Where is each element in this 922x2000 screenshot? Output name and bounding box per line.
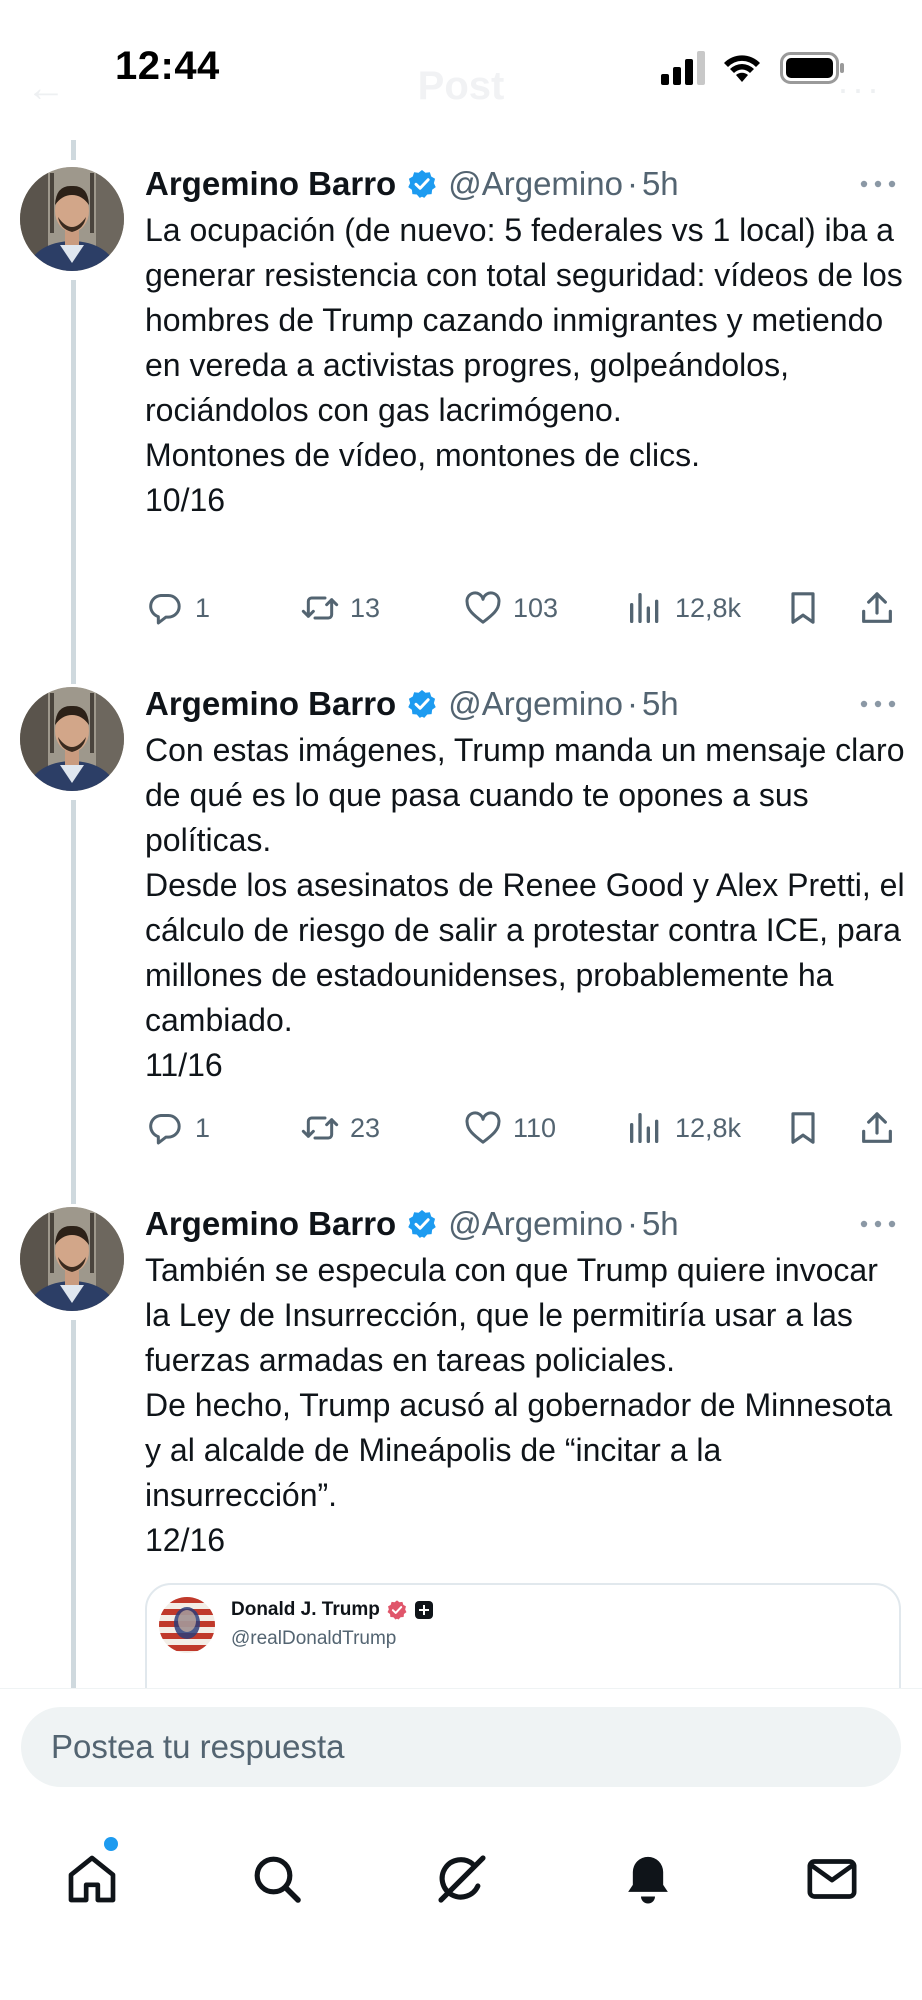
messages-envelope-icon: [807, 1859, 857, 1899]
retweet-icon: [301, 596, 339, 620]
heart-icon: [465, 591, 501, 624]
avatar[interactable]: [20, 167, 124, 271]
author-handle[interactable]: @Argemino: [448, 165, 623, 203]
author-handle[interactable]: @Argemino: [448, 1205, 623, 1243]
tweet[interactable]: Argemino Barro @Argemino · 5h También se…: [0, 1180, 922, 1688]
status-bar: ← Post ··· 12:44: [0, 0, 922, 120]
avatar-photo: [20, 687, 124, 791]
verified-badge-icon: [387, 1600, 407, 1620]
views-button[interactable]: 12,8k: [625, 584, 741, 632]
tweet-text: También se especula con que Trump quiere…: [145, 1252, 893, 1558]
views-button[interactable]: 12,8k: [625, 1104, 741, 1152]
nav-notifications[interactable]: [618, 1849, 678, 1909]
notification-dot: [104, 1837, 118, 1851]
reply-icon: [149, 594, 181, 625]
author-name[interactable]: Argemino Barro: [145, 165, 396, 203]
author-name[interactable]: Argemino Barro: [145, 685, 396, 723]
nav-search[interactable]: [247, 1849, 307, 1909]
notifications-bell-icon: [628, 1856, 668, 1904]
retweet-button[interactable]: 13: [300, 584, 380, 632]
battery-icon: [780, 52, 844, 84]
quoted-author: Donald J. Trump: [231, 1599, 434, 1621]
status-time: 12:44: [115, 44, 220, 88]
retweet-icon: [301, 1116, 339, 1140]
reply-button[interactable]: 1: [145, 1104, 210, 1152]
retweet-count: 13: [350, 592, 381, 623]
author-name[interactable]: Argemino Barro: [145, 1205, 396, 1243]
search-icon: [254, 1856, 301, 1903]
like-button[interactable]: 110: [463, 1104, 556, 1152]
reply-input[interactable]: [21, 1707, 901, 1787]
tweet-actions: 1 13 103 12,8k: [145, 584, 905, 632]
view-count: 12,8k: [675, 1112, 742, 1143]
quoted-avatar[interactable]: [159, 1597, 215, 1653]
tweet-text: Con estas imágenes, Trump manda un mensa…: [145, 732, 905, 1083]
tweet-header: Argemino Barro @Argemino · 5h: [145, 162, 922, 206]
more-options-icon[interactable]: [858, 1212, 898, 1236]
like-count: 110: [513, 1112, 557, 1143]
quoted-tweet[interactable]: Donald J. Trump @realDonaldTrump: [145, 1583, 901, 1688]
tweet-header: Argemino Barro @Argemino · 5h: [145, 1202, 922, 1246]
separator-dot: ·: [626, 1205, 638, 1242]
tweet[interactable]: Argemino Barro @Argemino · 5h La ocupaci…: [0, 140, 922, 660]
like-button[interactable]: 103: [463, 584, 558, 632]
tweet-header: Argemino Barro @Argemino · 5h: [145, 682, 922, 726]
nav-messages[interactable]: [802, 1849, 862, 1909]
reply-count: 1: [195, 592, 211, 623]
affiliate-badge-icon: [414, 1601, 433, 1619]
quoted-author-name[interactable]: Donald J. Trump: [231, 1599, 380, 1621]
tweet[interactable]: Argemino Barro @Argemino · 5h Con estas …: [0, 660, 922, 1180]
separator-dot: ·: [626, 165, 638, 202]
separator-dot: ·: [626, 685, 638, 722]
tweet-timestamp[interactable]: 5h: [642, 165, 679, 203]
bookmark-button[interactable]: [783, 584, 823, 632]
avatar-photo: [20, 167, 124, 271]
bookmark-button[interactable]: [783, 1104, 823, 1152]
verified-badge-icon[interactable]: [406, 1208, 438, 1240]
views-chart-icon: [630, 593, 659, 623]
reply-count: 1: [195, 1112, 211, 1143]
tweet-timestamp[interactable]: 5h: [642, 685, 679, 723]
heart-icon: [465, 1111, 501, 1144]
more-options-icon[interactable]: [858, 172, 898, 196]
grok-icon: [438, 1855, 486, 1903]
bookmark-icon: [791, 592, 815, 624]
retweet-count: 23: [350, 1112, 381, 1143]
thread-feed[interactable]: Argemino Barro @Argemino · 5h La ocupaci…: [0, 140, 922, 1688]
cellular-signal-icon: [661, 51, 705, 85]
share-button[interactable]: [857, 584, 897, 632]
tweet-timestamp[interactable]: 5h: [642, 1205, 679, 1243]
quoted-handle: @realDonaldTrump: [231, 1628, 397, 1649]
reply-icon: [149, 1114, 181, 1145]
share-icon: [862, 592, 892, 623]
author-handle[interactable]: @Argemino: [448, 685, 623, 723]
share-button[interactable]: [857, 1104, 897, 1152]
view-count: 12,8k: [675, 592, 742, 623]
avatar[interactable]: [20, 687, 124, 791]
nav-home[interactable]: [62, 1849, 122, 1909]
share-icon: [862, 1112, 892, 1143]
home-icon: [68, 1855, 116, 1903]
tweet-actions: 1 23 110 12,8k: [145, 1104, 905, 1152]
reply-composer: [0, 1688, 922, 2000]
verified-badge-icon[interactable]: [406, 688, 438, 720]
reply-button[interactable]: 1: [145, 584, 210, 632]
retweet-button[interactable]: 23: [300, 1104, 380, 1152]
bookmark-icon: [791, 1112, 815, 1144]
wifi-icon: [724, 55, 760, 82]
avatar-photo: [159, 1597, 215, 1653]
tweet-text: La ocupación (de nuevo: 5 federales vs 1…: [145, 212, 903, 518]
verified-badge-icon[interactable]: [406, 168, 438, 200]
nav-grok[interactable]: [432, 1849, 492, 1909]
like-count: 103: [513, 592, 559, 623]
avatar-photo: [20, 1207, 124, 1311]
views-chart-icon: [630, 1113, 659, 1143]
avatar[interactable]: [20, 1207, 124, 1311]
bottom-navigation: [0, 1829, 922, 1939]
more-options-icon[interactable]: [858, 692, 898, 716]
